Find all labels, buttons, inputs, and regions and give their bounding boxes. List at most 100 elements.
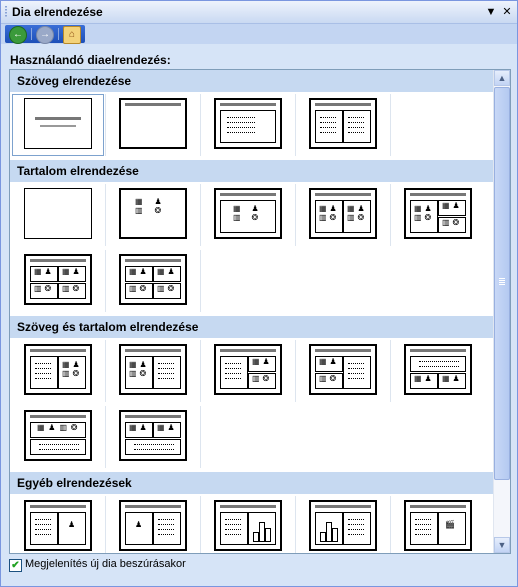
category-title: Szöveg és tartalom elrendezése [17, 320, 199, 334]
content-icons: ▦ ♟ ▥ ❂ [319, 204, 337, 222]
back-icon: ← [13, 29, 23, 40]
layout-thumbnail [214, 500, 282, 551]
chart-icon: ▥ [135, 206, 143, 215]
category-title: Tartalom elrendezése [17, 164, 139, 178]
layout-thumbnail [22, 96, 94, 151]
layout-thumbnail [214, 98, 282, 149]
back-button[interactable]: ← [9, 26, 27, 44]
clipart-icon: ♟ [68, 520, 76, 529]
layout-text-content-1[interactable]: ▦ ♟ ▥ ❂ [10, 340, 106, 402]
bullet-lines [227, 117, 255, 137]
show-on-insert-checkbox[interactable]: ✔ [9, 559, 22, 572]
layout-other-1[interactable]: ♟ [10, 496, 106, 553]
table-icon: ▦ [135, 197, 143, 206]
title-placeholder [35, 117, 81, 120]
forward-icon: → [40, 29, 50, 40]
content-placeholder: ▦ ♟ ▥ ❂ [220, 200, 276, 233]
bullet-lines [320, 117, 336, 137]
content-icons: ▦ ♟ ▥ ❂ [135, 198, 173, 215]
divider [58, 28, 59, 40]
layout-title-three-content[interactable]: ▦ ♟ ▥ ❂ ▦ ♟ ▥ ❂ [390, 184, 485, 246]
text-placeholder [315, 110, 343, 143]
content-icons: ▦ ♟ ▥ ❂ [233, 205, 269, 222]
layout-thumbnail: ▦ ♟ ▥ ❂ [309, 344, 377, 395]
title-placeholder [315, 193, 371, 196]
media-clip-icon: 🎬 [445, 520, 455, 529]
category-header-other: Egyéb elrendezések [10, 472, 493, 494]
vertical-scrollbar[interactable]: ▲ ▼ [493, 70, 510, 553]
layout-text-content-5[interactable]: ▦ ♟ ▦ ♟ [390, 340, 485, 402]
layout-text-content-7[interactable]: ▦ ♟ ▦ ♟ [105, 406, 201, 468]
home-button[interactable]: ⌂ [63, 26, 81, 44]
layout-two-column-text[interactable] [295, 94, 391, 156]
divider [31, 28, 32, 40]
layout-title-text[interactable] [200, 94, 296, 156]
layout-text-content-3[interactable]: ▦ ♟ ▥ ❂ [200, 340, 296, 402]
forward-button[interactable]: → [36, 26, 54, 44]
layout-thumbnail: ▦ ♟ ▦ ♟ [119, 410, 187, 461]
gallery-content: Szöveg elrendezése Tartalom elrendezése … [10, 70, 493, 553]
title-bar: Dia elrendezése ▼ ✕ [1, 1, 517, 24]
layout-thumbnail: ▦ ♟ ▦ ♟ ▥ ❂ ▥ ❂ [24, 254, 92, 305]
layout-thumbnail: ▦ ♟ ▥ ❂ [214, 188, 282, 239]
title-placeholder [315, 103, 371, 106]
checkbox-label: Megjelenítés új dia beszúrásakor [25, 558, 186, 570]
clipart-icon: ♟ [135, 520, 143, 529]
content-placeholder: ▦ ♟ [438, 200, 466, 216]
layout-thumbnail [309, 500, 377, 551]
text-placeholder [220, 110, 276, 143]
title-placeholder [220, 103, 276, 106]
layout-thumbnail: ▦ ♟ ▥ ❂ [119, 188, 187, 239]
category-title: Szöveg elrendezése [17, 74, 132, 88]
content-placeholder: ▦ ♟ ▥ ❂ [315, 200, 343, 233]
category-title: Egyéb elrendezések [17, 476, 132, 490]
layout-title-slide[interactable] [10, 94, 106, 156]
chart-placeholder [315, 512, 343, 545]
navigation-toolbar: ← → ⌂ [1, 24, 517, 44]
layout-title-four-content[interactable]: ▦ ♟ ▦ ♟ ▥ ❂ ▥ ❂ [10, 250, 106, 312]
layout-title-content[interactable]: ▦ ♟ ▥ ❂ [200, 184, 296, 246]
scroll-up-button[interactable]: ▲ [494, 70, 510, 86]
bullet-lines [348, 117, 364, 137]
task-pane: Dia elrendezése ▼ ✕ ← → ⌂ Használandó di… [0, 0, 518, 587]
layout-other-2[interactable]: ♟ [105, 496, 201, 553]
layout-blank[interactable] [10, 184, 106, 246]
close-icon[interactable]: ✕ [499, 4, 515, 20]
layout-thumbnail [309, 98, 377, 149]
title-placeholder [125, 259, 181, 262]
grip-handle[interactable] [5, 6, 7, 18]
title-placeholder [125, 103, 181, 106]
layout-content[interactable]: ▦ ♟ ▥ ❂ [105, 184, 201, 246]
layout-text-content-4[interactable]: ▦ ♟ ▥ ❂ [295, 340, 391, 402]
scroll-down-button[interactable]: ▼ [494, 537, 510, 553]
layout-four-content[interactable]: ▦ ♟ ▦ ♟ ▥ ❂ ▥ ❂ [105, 250, 201, 312]
clipart-icon: ♟ [251, 204, 259, 213]
content-placeholder: ▦ ♟ [58, 266, 86, 282]
diagram-icon: ❂ [154, 206, 162, 215]
chart-placeholder [248, 512, 276, 545]
table-icon: ▦ [233, 204, 241, 213]
layout-other-4[interactable] [295, 496, 391, 553]
content-icons: ▦ ♟ [442, 201, 460, 210]
scroll-thumb[interactable] [494, 87, 510, 480]
title-placeholder [30, 259, 86, 262]
chart-icon: ▥ [233, 213, 241, 222]
content-placeholder: ▦ ♟ ▥ ❂ [410, 200, 438, 233]
layout-thumbnail: ▦ ♟ ▦ ♟ [404, 344, 472, 395]
category-header-content: Tartalom elrendezése [10, 160, 493, 182]
title-placeholder [220, 193, 276, 196]
layout-other-5[interactable]: 🎬 [390, 496, 485, 553]
layout-thumbnail: ▦ ♟ ▥ ❂ [24, 344, 92, 395]
layout-text-content-6[interactable]: ▦ ♟ ▥ ❂ [10, 406, 106, 468]
layout-thumbnail: ▦ ♟ ▥ ❂ [214, 344, 282, 395]
layout-text-content-2[interactable]: ▦ ♟ ▥ ❂ [105, 340, 201, 402]
home-icon: ⌂ [68, 29, 76, 40]
layout-thumbnail: ▦ ♟ ▥ ❂ [24, 410, 92, 461]
clipart-icon: ♟ [154, 197, 162, 206]
layout-thumbnail: ▦ ♟ ▥ ❂ [119, 344, 187, 395]
layout-other-3[interactable] [200, 496, 296, 553]
chevron-down-icon[interactable]: ▼ [483, 4, 499, 20]
layout-title-only[interactable] [105, 94, 201, 156]
layout-two-content[interactable]: ▦ ♟ ▥ ❂ ▦ ♟ ▥ ❂ [295, 184, 391, 246]
category-header-text-content: Szöveg és tartalom elrendezése [10, 316, 493, 338]
